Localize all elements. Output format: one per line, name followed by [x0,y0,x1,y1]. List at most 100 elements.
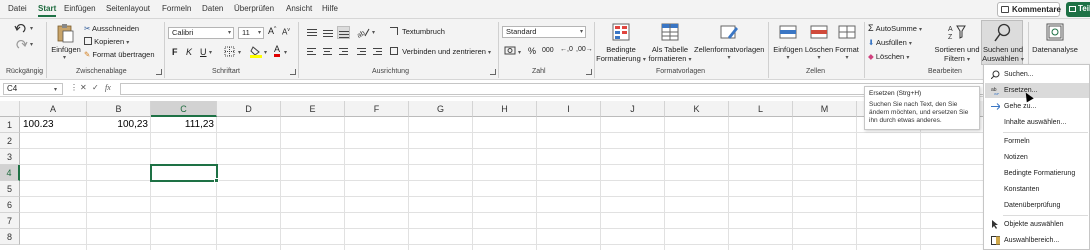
tab-daten[interactable]: Daten [202,4,223,13]
percent-button[interactable]: % [528,46,536,56]
column-header[interactable]: I [537,101,601,117]
row-header[interactable]: 5 [0,181,20,197]
column-header[interactable]: L [729,101,793,117]
cell-a1[interactable]: 100.23 [23,117,85,133]
align-right-icon[interactable] [338,46,349,57]
column-header[interactable]: D [217,101,281,117]
format-as-table-button[interactable]: Als Tabelle formatieren ▾ [646,21,694,65]
decrease-indent-icon[interactable] [356,46,367,57]
menu-item-selection-pane[interactable]: Auswahlbereich... [985,233,1089,248]
menu-item-find[interactable]: Suchen... [985,67,1089,82]
confirm-icon[interactable]: ✓ [92,83,99,92]
align-center-icon[interactable] [322,46,333,57]
select-all-corner[interactable] [0,101,20,117]
column-header[interactable]: F [345,101,409,117]
cell-b1[interactable]: 100,23 [88,117,148,133]
insert-function-icon[interactable]: fx [105,83,111,92]
delete-cells-button[interactable]: Löschen ▾ [804,21,834,65]
italic-button[interactable]: K [186,47,192,57]
cancel-icon[interactable]: ✕ [80,83,87,92]
menu-item-formulas[interactable]: Formeln [985,134,1089,149]
increase-decimal-icon[interactable]: ←,0 [560,46,573,53]
menu-item-select-objects[interactable]: Objekte auswählen [985,217,1089,232]
fill-button[interactable]: ⬇ Ausfüllen ▾ [868,37,912,48]
menu-item-goto[interactable]: Gehe zu... [985,99,1089,114]
increase-indent-icon[interactable] [372,46,383,57]
insert-cells-button[interactable]: Einfügen ▾ [772,21,804,65]
cell-styles-button[interactable]: Zellenformatvorlagen ▾ [694,21,764,65]
column-header[interactable]: K [665,101,729,117]
tab-ueberpruefen[interactable]: Überprüfen [234,4,274,13]
row-header[interactable]: 1 [0,117,20,133]
bold-button[interactable]: F [172,47,178,57]
comments-button[interactable]: Kommentare [997,2,1061,17]
cell-c1[interactable]: 111,23 [152,117,214,133]
row-header-selected[interactable]: 4 [0,165,20,181]
conditional-formatting-button[interactable]: Bedingte Formatierung ▾ [596,21,646,65]
column-header-selected[interactable]: C [151,101,217,117]
font-name-combo[interactable]: Calibri ▾ [168,27,234,39]
underline-button[interactable]: U [200,47,207,57]
tab-start[interactable]: Start [38,4,57,17]
row-header[interactable]: 2 [0,133,20,149]
align-top-icon[interactable] [306,27,317,38]
orientation-dropdown-icon[interactable]: ▾ [372,29,375,36]
alignment-launcher-icon[interactable] [490,69,496,75]
row-header[interactable]: 3 [0,149,20,165]
accounting-dropdown-icon[interactable]: ▾ [518,49,521,56]
cut-button[interactable]: ✂ Ausschneiden [84,23,139,34]
clear-button[interactable]: ◆ Löschen ▾ [868,51,909,62]
align-bottom-icon[interactable] [337,26,350,39]
fill-handle[interactable] [214,178,219,183]
share-button[interactable]: Teilen [1066,2,1090,17]
fill-color-icon[interactable] [250,45,262,58]
menu-item-notes[interactable]: Notizen [985,150,1089,165]
column-header[interactable]: H [473,101,537,117]
column-header[interactable]: A [20,101,87,117]
menu-item-goto-special[interactable]: Inhalte auswählen... [985,115,1089,130]
undo-dropdown-icon[interactable]: ▾ [30,25,33,32]
increase-font-icon[interactable]: A^ [268,26,276,36]
font-color-icon[interactable]: A [274,45,281,57]
font-size-combo[interactable]: 11 ▾ [238,27,264,39]
decrease-decimal-icon[interactable]: ,00→ [576,46,593,53]
format-cells-button[interactable]: Format ▾ [834,21,860,65]
fill-color-dropdown-icon[interactable]: ▾ [264,49,267,56]
sort-filter-button[interactable]: A Z Sortieren und Filtern ▾ [934,21,980,65]
tab-formeln[interactable]: Formeln [162,4,191,13]
font-launcher-icon[interactable] [290,69,296,75]
align-left-icon[interactable] [306,46,317,57]
paste-button[interactable]: Einfügen ▾ [50,21,81,65]
border-dropdown-icon[interactable]: ▾ [238,49,241,56]
active-cell-c4[interactable] [150,164,218,182]
clipboard-launcher-icon[interactable] [156,69,162,75]
tab-ansicht[interactable]: Ansicht [286,4,312,13]
more-options-icon[interactable]: ⋮ [70,83,78,92]
redo-dropdown-icon[interactable]: ▾ [30,41,33,48]
tab-hilfe[interactable]: Hilfe [322,4,338,13]
menu-item-data-validation[interactable]: Datenüberprüfung [985,198,1089,213]
row-header[interactable]: 8 [0,229,20,245]
font-color-dropdown-icon[interactable]: ▾ [284,49,287,56]
tab-einfuegen[interactable]: Einfügen [64,4,96,13]
merge-center-button[interactable]: Verbinden und zentrieren ▾ [390,46,491,57]
tab-seitenlayout[interactable]: Seitenlayout [106,4,150,13]
column-header[interactable]: M [793,101,857,117]
menu-item-conditional-formatting[interactable]: Bedingte Formatierung [985,166,1089,181]
name-box-dropdown-icon[interactable]: ▾ [54,86,57,93]
find-select-button[interactable]: Suchen und Auswählen ▾ [981,20,1024,65]
column-header[interactable]: J [601,101,665,117]
accounting-format-icon[interactable] [504,45,517,57]
column-header[interactable]: E [281,101,345,117]
decrease-font-icon[interactable]: Av [282,27,290,37]
menu-item-replace[interactable]: ab ac Ersetzen... [985,83,1089,98]
border-icon[interactable] [224,46,236,57]
wrap-text-button[interactable]: Textumbruch [390,26,445,37]
undo-icon[interactable] [14,23,28,34]
text-orientation-icon[interactable]: ab [356,26,370,38]
underline-dropdown-icon[interactable]: ▾ [209,49,212,56]
column-header[interactable]: B [87,101,151,117]
tab-datei[interactable]: Datei [8,4,27,13]
row-header[interactable]: 7 [0,213,20,229]
menu-item-constants[interactable]: Konstanten [985,182,1089,197]
